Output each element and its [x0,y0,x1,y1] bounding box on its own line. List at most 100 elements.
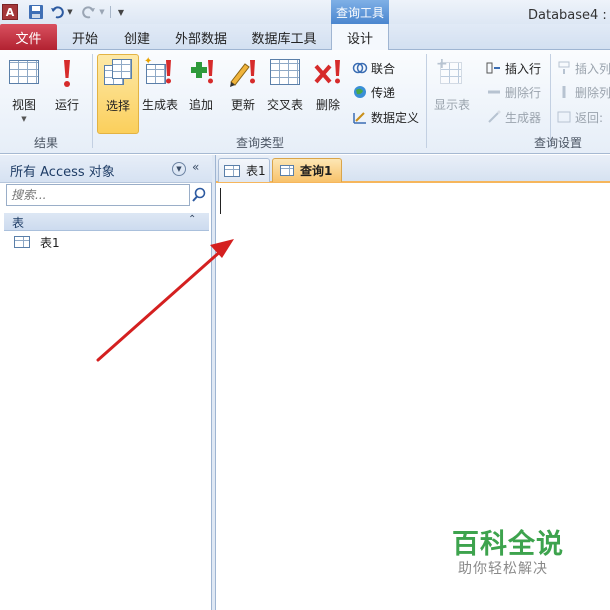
title-bar: A ▼ ▼ ▼ 查询工具 Database4 : 数 [0,0,610,24]
undo-dropdown-icon[interactable]: ▼ [66,3,74,21]
insert-rows-icon [486,61,502,75]
redo-dropdown-icon[interactable]: ▼ [98,3,106,21]
table-icon [14,236,30,248]
globe-icon [352,85,368,99]
customize-qat-icon[interactable]: ▼ [116,3,126,21]
insert-rows-button[interactable]: 插入行 [486,58,541,78]
query-icon [278,164,294,177]
data-definition-icon [352,110,368,124]
search-icon[interactable] [191,186,207,204]
nav-group-header[interactable]: 表 ⌃ [4,213,209,231]
tab-create[interactable]: 创建 [114,24,160,50]
delete-rows-icon [486,85,502,99]
doc-tab-label: 查询1 [300,164,333,178]
append-label: 追加 [188,98,213,112]
context-tab-title: 查询工具 [331,0,389,24]
qat-separator [110,6,111,18]
save-button[interactable] [28,3,44,21]
document-tab-bar: 表1 查询1 [216,155,610,183]
group-label-query-setup: 查询设置 [534,136,583,150]
tab-external-data[interactable]: 外部数据 [166,24,236,50]
nav-pane-title: 所有 Access 对象 [10,165,115,180]
undo-icon [51,6,64,19]
delete-x-icon [312,56,344,90]
update-label: 更新 [230,98,255,112]
table-icon [224,164,240,177]
nav-search-input[interactable] [6,184,190,206]
show-table-button[interactable]: + 显示表 [430,54,474,132]
builder-wand-icon [486,110,502,124]
view-button[interactable]: 视图 ▼ [4,54,44,132]
insert-columns-label: 插入列 [575,61,610,76]
exclamation-icon [51,56,83,90]
group-label-results: 结果 [34,136,59,150]
select-query-button[interactable]: 选择 [97,54,139,134]
builder-button[interactable]: 生成器 [486,107,541,127]
text-cursor [220,188,221,214]
union-button[interactable]: 联合 [352,58,395,78]
run-label: 运行 [54,98,79,112]
return-button[interactable]: 返回: [556,107,603,127]
datasheet-view-icon [8,56,40,90]
save-icon [29,5,43,19]
collapse-pane-icon[interactable]: « [192,160,199,174]
pass-through-label: 传递 [371,85,396,100]
show-table-icon: + [436,56,468,90]
return-label: 返回: [575,110,604,125]
tab-design[interactable]: 设计 [331,24,389,51]
insert-columns-button[interactable]: 插入列 [556,58,610,78]
insert-columns-icon [556,61,572,75]
doc-tab-label: 表1 [246,164,266,178]
update-pencil-icon [227,56,259,90]
union-rings-icon [352,61,368,75]
insert-rows-label: 插入行 [505,61,542,76]
make-table-icon: ✦ [144,56,176,90]
delete-query-button[interactable]: 删除 [310,54,346,132]
data-definition-button[interactable]: 数据定义 [352,107,419,127]
group-separator [92,54,93,148]
doc-tab-query1[interactable]: 查询1 [272,158,342,182]
ribbon-tab-row: 文件 开始 创建 外部数据 数据库工具 设计 [0,24,610,51]
append-icon [185,56,217,90]
ribbon: 视图 ▼ 运行 结果 选择 ✦ 生成表 追加 更新 交叉表 删除 联合 传递 数… [0,50,610,154]
nav-menu-chevron-icon[interactable]: ▼ [172,162,186,176]
update-button[interactable]: 更新 [224,54,262,132]
access-logo-icon[interactable]: A [2,4,18,20]
double-chevron-up-icon[interactable]: ⌃ [188,214,196,225]
redo-button[interactable] [82,3,96,21]
delete-label: 删除 [315,98,340,112]
delete-rows-button[interactable]: 删除行 [486,82,541,102]
delete-columns-button[interactable]: 删除列 [556,82,610,102]
redo-icon [82,6,95,19]
tab-file[interactable]: 文件 [0,24,57,50]
tab-database-tools[interactable]: 数据库工具 [243,24,325,50]
nav-group-label: 表 [12,216,25,230]
undo-button[interactable] [50,3,64,21]
delete-columns-icon [556,85,572,99]
append-button[interactable]: 追加 [184,54,218,132]
doc-tab-table1[interactable]: 表1 [218,158,270,182]
select-label: 选择 [105,99,130,113]
builder-label: 生成器 [505,110,542,125]
tab-home[interactable]: 开始 [62,24,108,50]
navigation-pane: 所有 Access 对象 ▼ « 表 ⌃ 表1 [0,155,212,610]
delete-columns-label: 删除列 [575,85,610,100]
crosstab-label: 交叉表 [266,98,303,112]
nav-pane-header[interactable]: 所有 Access 对象 ▼ « [0,155,212,183]
return-icon [556,110,572,124]
crosstab-button[interactable]: 交叉表 [264,54,306,132]
nav-item-table1[interactable]: 表1 [14,233,60,251]
watermark-title: 百科全说 [452,529,564,560]
union-label: 联合 [371,61,396,76]
watermark-subtitle: 助你轻松解决 [458,561,548,577]
make-table-button[interactable]: ✦ 生成表 [140,54,180,132]
pass-through-button[interactable]: 传递 [352,82,395,102]
run-button[interactable]: 运行 [50,54,84,132]
select-query-icon [102,57,134,91]
window-title: Database4 : 数 [528,8,610,23]
delete-rows-label: 删除行 [505,85,542,100]
data-definition-label: 数据定义 [371,110,420,125]
make-table-label: 生成表 [141,98,178,112]
show-table-label: 显示表 [433,98,470,112]
group-label-query-type: 查询类型 [236,136,285,150]
